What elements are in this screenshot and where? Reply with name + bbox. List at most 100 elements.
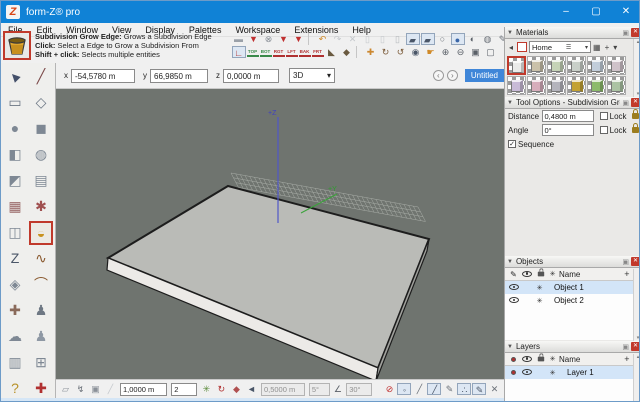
detach-icon[interactable]: ▣	[622, 29, 629, 37]
snowflake-icon[interactable]: ✳	[546, 369, 559, 377]
layers-close-button[interactable]: ✕	[631, 342, 640, 351]
add-volume-tool[interactable]: ⊞	[29, 351, 53, 375]
axis-widget-icon[interactable]: ∟	[232, 46, 246, 58]
sequence-checkbox[interactable]: ✓	[508, 140, 516, 148]
redo-icon[interactable]: ↷	[331, 33, 345, 45]
surface-mode-icon[interactable]: ▱	[59, 383, 73, 395]
segment-snap-icon[interactable]: ╱	[427, 383, 441, 395]
active-tool-icon[interactable]	[3, 31, 31, 60]
tool-options-close-button[interactable]: ✕	[631, 98, 640, 107]
grid-view-icon[interactable]: ▦	[593, 43, 601, 52]
lock-icon[interactable]	[533, 270, 546, 279]
materials-scrollbar[interactable]: ▴ ▾	[633, 39, 640, 97]
add-material-button[interactable]: +	[605, 43, 610, 52]
polyline-tool[interactable]: ◇	[29, 91, 53, 115]
distance-input[interactable]: 0,4800 m	[542, 110, 595, 122]
detach-icon[interactable]: ▣	[622, 99, 629, 107]
eye-icon[interactable]	[520, 269, 533, 280]
collapse-icon[interactable]: ▼	[507, 30, 513, 36]
front-view-icon[interactable]: FRT	[312, 48, 324, 57]
panels-tool[interactable]: ▥	[3, 351, 27, 375]
snap-distance-input[interactable]: 0,5000 m	[261, 383, 305, 396]
eye-icon[interactable]	[507, 282, 520, 293]
pipe-tool[interactable]: ⌒	[29, 273, 53, 297]
subdivision-tool[interactable]: ◒	[29, 221, 53, 245]
rectangle-tool[interactable]: ▭	[3, 91, 27, 115]
material-7[interactable]	[507, 76, 526, 95]
snowflake-icon[interactable]: ✳	[546, 355, 559, 363]
collapse-icon[interactable]: ▼	[507, 100, 513, 106]
document-tab[interactable]: Untitled	[465, 69, 504, 82]
zoom-in-icon[interactable]: ⊕	[439, 46, 453, 58]
zoom-fit-icon[interactable]: ▢	[484, 46, 498, 58]
eye-icon[interactable]	[520, 354, 533, 365]
axonometric-view-icon[interactable]: ◣	[325, 46, 339, 58]
material-3[interactable]	[547, 56, 566, 75]
chevron-down-icon[interactable]: ▾	[613, 43, 617, 52]
lock-icon[interactable]	[533, 355, 546, 364]
active-material-swatch[interactable]	[517, 42, 527, 52]
object-row-1[interactable]: ✳ Object 1	[505, 281, 640, 294]
sweep-tool[interactable]: ∿	[29, 247, 53, 271]
objects-close-button[interactable]: ✕	[631, 257, 640, 266]
back-view-icon[interactable]: BAK	[299, 48, 311, 57]
seek-view-icon[interactable]: ◉	[409, 46, 423, 58]
bolt-snap-icon[interactable]: ↯	[74, 383, 88, 395]
no-snap-icon[interactable]: ⊘	[382, 383, 396, 395]
copy-icon[interactable]: ▯	[376, 33, 390, 45]
distance-lock-checkbox[interactable]	[600, 112, 608, 120]
material-5[interactable]	[587, 56, 606, 75]
edit-column-icon[interactable]: ✎	[507, 270, 520, 279]
materials-close-button[interactable]: ✕	[631, 28, 640, 37]
perspective-view-icon[interactable]: ◆	[340, 46, 354, 58]
material-8[interactable]	[527, 76, 546, 95]
active-layer-icon[interactable]	[507, 368, 520, 377]
material-10[interactable]	[567, 76, 586, 95]
x-input[interactable]: -54,5780 m	[71, 69, 135, 83]
orbit-red-icon[interactable]: ↻	[214, 383, 228, 395]
mesh-erase-tool[interactable]: ▦	[3, 195, 27, 219]
tangent-snap-icon[interactable]: ✎	[472, 383, 486, 395]
insert-segment-icon[interactable]: ▼	[292, 33, 306, 45]
material-6[interactable]	[607, 56, 626, 75]
insert-point-icon[interactable]: ▼	[277, 33, 291, 45]
move-view-icon[interactable]: ✚	[364, 46, 378, 58]
mode-dropdown[interactable]: 3D ▾	[289, 68, 335, 83]
boolean-tool[interactable]: ◫	[3, 221, 27, 245]
paste-icon[interactable]: ▯	[391, 33, 405, 45]
collapse-icon[interactable]: ▼	[507, 344, 513, 350]
lock-icon[interactable]	[632, 113, 639, 119]
right-view-icon[interactable]: RGT	[273, 48, 285, 57]
disk-icon[interactable]: ◆	[229, 383, 243, 395]
grid-star-icon[interactable]: ✳	[199, 383, 213, 395]
material-4[interactable]	[567, 56, 586, 75]
material-9[interactable]	[547, 76, 566, 95]
forward-view-button[interactable]: ›	[447, 70, 458, 81]
material-1[interactable]	[507, 56, 526, 75]
viewport-3d[interactable]: +Z +Y	[56, 89, 504, 379]
clear-snaps-icon[interactable]: ✕	[487, 383, 501, 395]
hidden-line-icon[interactable]: ◐	[466, 33, 480, 45]
slash-disabled-icon[interactable]: ╱	[104, 383, 118, 395]
back-view-button[interactable]: ‹	[433, 70, 444, 81]
collapse-left-icon[interactable]: ◂	[509, 43, 513, 52]
cut-icon[interactable]: ▯	[361, 33, 375, 45]
zspline-tool[interactable]: Z	[3, 247, 27, 271]
spin-view-icon[interactable]: ↺	[394, 46, 408, 58]
objects-scrollbar[interactable]: ▾	[633, 269, 640, 341]
point-snap-icon[interactable]: ◦	[397, 383, 411, 395]
add-layer-button[interactable]: +	[624, 354, 629, 364]
hand-pan-icon[interactable]: ☛	[424, 46, 438, 58]
scroll-up-icon[interactable]: ▴	[634, 39, 640, 45]
pick-segment-tool[interactable]: ╱	[29, 65, 53, 89]
z-input[interactable]: 0,0000 m	[223, 69, 279, 83]
layer-row-1[interactable]: ✳ Layer 1	[505, 366, 640, 379]
delete-icon[interactable]: ✕	[346, 33, 360, 45]
flip-icon[interactable]: ◄	[244, 383, 258, 395]
line-snap-icon[interactable]: ╱	[412, 383, 426, 395]
snap-angle-large-input[interactable]: 30°	[346, 383, 372, 396]
group-figures-tool[interactable]: ♟	[29, 325, 53, 349]
snap-angle-small-input[interactable]: 5°	[309, 383, 330, 396]
terrain-tool[interactable]: ☁	[3, 325, 27, 349]
delete-topology-icon[interactable]: ▼	[247, 33, 261, 45]
